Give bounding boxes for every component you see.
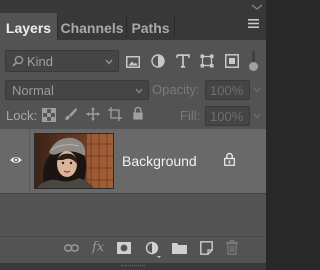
tab-divider — [174, 16, 175, 38]
layer-thumbnail — [34, 133, 114, 189]
tab-paths[interactable]: Paths — [127, 13, 174, 40]
lock-artboard-icon[interactable] — [108, 107, 122, 121]
filter-kind-label: Kind — [27, 54, 54, 69]
filter-toggle-switch[interactable] — [247, 51, 260, 71]
blend-mode-value: Normal — [12, 83, 54, 98]
blend-mode-select[interactable]: Normal — [5, 80, 149, 100]
adjustment-filter-icon[interactable] — [151, 54, 165, 68]
fill-value: 100% — [210, 109, 244, 124]
chevron-down-icon — [135, 88, 143, 94]
fx-icon[interactable]: fx — [92, 240, 104, 255]
fill-input[interactable]: 100% — [205, 106, 250, 126]
layer-lock-icon — [224, 152, 235, 166]
group-folder-icon[interactable] — [172, 242, 187, 254]
visibility-eye-icon[interactable] — [9, 155, 23, 165]
opacity-label: Opacity: — [152, 82, 200, 97]
filter-toggle-icon — [249, 62, 258, 71]
chevron-down-icon — [105, 59, 113, 65]
new-layer-icon[interactable] — [200, 241, 213, 255]
opacity-input[interactable]: 100% — [205, 80, 250, 100]
search-icon — [12, 55, 24, 67]
layer-list-divider — [0, 193, 266, 194]
fill-dropdown-icon[interactable] — [253, 113, 261, 119]
layer-row-divider — [29, 129, 30, 193]
tab-channels[interactable]: Channels — [58, 13, 126, 40]
lock-all-icon[interactable] — [131, 106, 145, 120]
panel-resize-strip[interactable] — [0, 263, 266, 270]
filter-kind-select[interactable]: Kind — [5, 50, 119, 72]
smart-object-filter-icon[interactable] — [225, 54, 239, 68]
opacity-value: 100% — [210, 83, 244, 98]
layer-thumbnail-image — [35, 134, 113, 188]
lock-position-icon[interactable] — [86, 107, 100, 121]
tab-layers[interactable]: Layers — [0, 13, 57, 40]
adjustment-layer-icon[interactable] — [145, 241, 161, 259]
collapse-panel-icon[interactable] — [250, 4, 264, 10]
link-layers-icon[interactable] — [64, 243, 79, 253]
layer-row-background[interactable]: Background — [0, 129, 266, 193]
layer-name[interactable]: Background — [122, 153, 197, 169]
panel-menu-icon[interactable] — [248, 19, 259, 28]
resize-grip-icon — [121, 265, 145, 268]
layers-panel: Layers Channels Paths Kind Normal Opacit… — [0, 0, 266, 270]
lock-image-pixels-icon[interactable] — [64, 107, 78, 121]
fill-label: Fill: — [180, 108, 201, 123]
trash-icon[interactable] — [226, 240, 238, 255]
panel-footer: fx — [0, 236, 266, 263]
type-filter-icon[interactable] — [176, 54, 190, 68]
lock-label: Lock: — [6, 108, 38, 123]
opacity-dropdown-icon[interactable] — [253, 87, 261, 93]
add-mask-icon[interactable] — [117, 242, 131, 254]
lock-transparent-pixels-icon[interactable] — [42, 108, 56, 122]
panel-tab-bar: Layers Channels Paths — [0, 0, 266, 40]
shape-filter-icon[interactable] — [200, 54, 214, 68]
image-filter-icon[interactable] — [126, 55, 140, 69]
